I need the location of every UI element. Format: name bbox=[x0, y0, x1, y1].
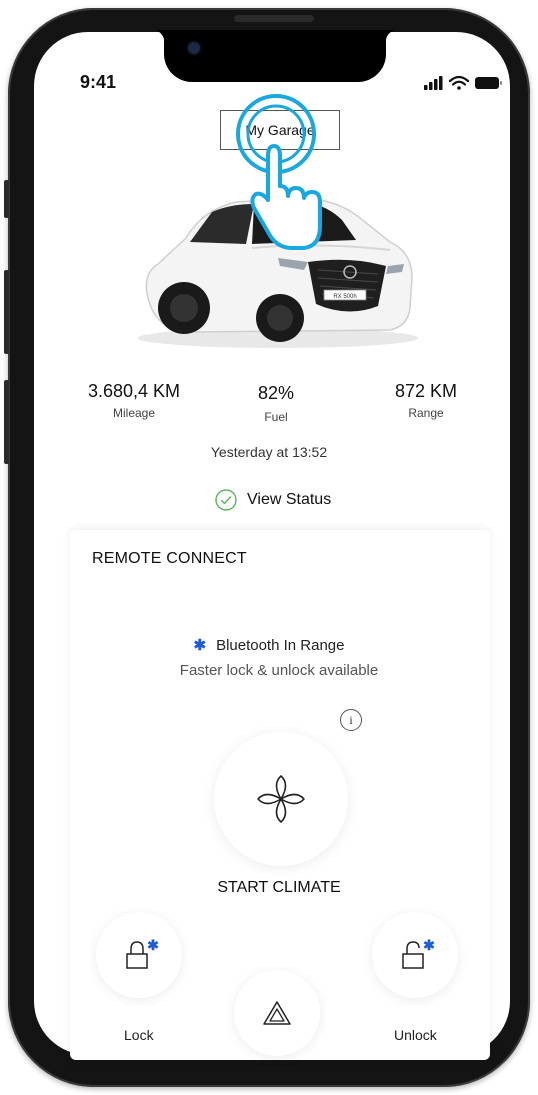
fuel-label: Fuel bbox=[264, 410, 288, 424]
status-time: 9:41 bbox=[80, 72, 117, 92]
hazard-icon bbox=[263, 1001, 291, 1025]
mute-switch bbox=[4, 180, 9, 218]
speaker bbox=[234, 15, 314, 22]
unlock-button[interactable]: ✱ bbox=[372, 912, 458, 998]
remote-connect-title: REMOTE CONNECT bbox=[92, 550, 247, 567]
unlock-icon: ✱ bbox=[402, 938, 435, 969]
svg-text:✱: ✱ bbox=[147, 938, 159, 953]
check-circle-icon bbox=[215, 489, 237, 511]
fuel-value: 82% bbox=[257, 383, 295, 403]
front-camera bbox=[188, 42, 200, 54]
view-status-link[interactable]: View Status bbox=[215, 487, 331, 513]
lock-label: Lock bbox=[124, 1027, 154, 1043]
signal-icon bbox=[424, 76, 443, 90]
start-climate-label: START CLIMATE bbox=[217, 879, 341, 896]
svg-text:✱: ✱ bbox=[423, 938, 435, 953]
wifi-icon bbox=[448, 75, 470, 90]
lock-icon: ✱ bbox=[126, 938, 159, 969]
info-icon[interactable]: i bbox=[340, 709, 362, 731]
range-value: 872 KM bbox=[394, 381, 458, 401]
plate-text: RX 500h bbox=[333, 294, 356, 300]
volume-up-button bbox=[4, 270, 9, 354]
mileage-value: 3.680,4 KM bbox=[87, 381, 181, 401]
range-label: Range bbox=[408, 406, 444, 420]
hazard-button[interactable] bbox=[234, 970, 320, 1056]
start-climate-button[interactable] bbox=[214, 732, 348, 866]
view-status-label: View Status bbox=[247, 491, 332, 508]
mileage-label: Mileage bbox=[112, 406, 156, 420]
bluetooth-icon: ✱ bbox=[193, 637, 207, 654]
fan-icon bbox=[257, 775, 305, 823]
bluetooth-sub: Faster lock & unlock available bbox=[179, 662, 379, 679]
battery-icon bbox=[475, 77, 502, 89]
range-stat: 872 KM Range bbox=[376, 381, 476, 420]
last-updated: Yesterday at 13:52 bbox=[210, 444, 328, 460]
bluetooth-status-label: Bluetooth In Range bbox=[216, 637, 345, 654]
notch bbox=[152, 30, 398, 82]
tap-hand-icon bbox=[236, 94, 322, 250]
lock-button[interactable]: ✱ bbox=[96, 912, 182, 998]
bluetooth-status: ✱ Bluetooth In Range bbox=[0, 636, 538, 654]
unlock-label: Unlock bbox=[394, 1027, 437, 1043]
mileage-stat: 3.680,4 KM Mileage bbox=[74, 381, 194, 420]
status-icons bbox=[424, 75, 502, 90]
fuel-stat: 82% Fuel bbox=[236, 383, 316, 424]
